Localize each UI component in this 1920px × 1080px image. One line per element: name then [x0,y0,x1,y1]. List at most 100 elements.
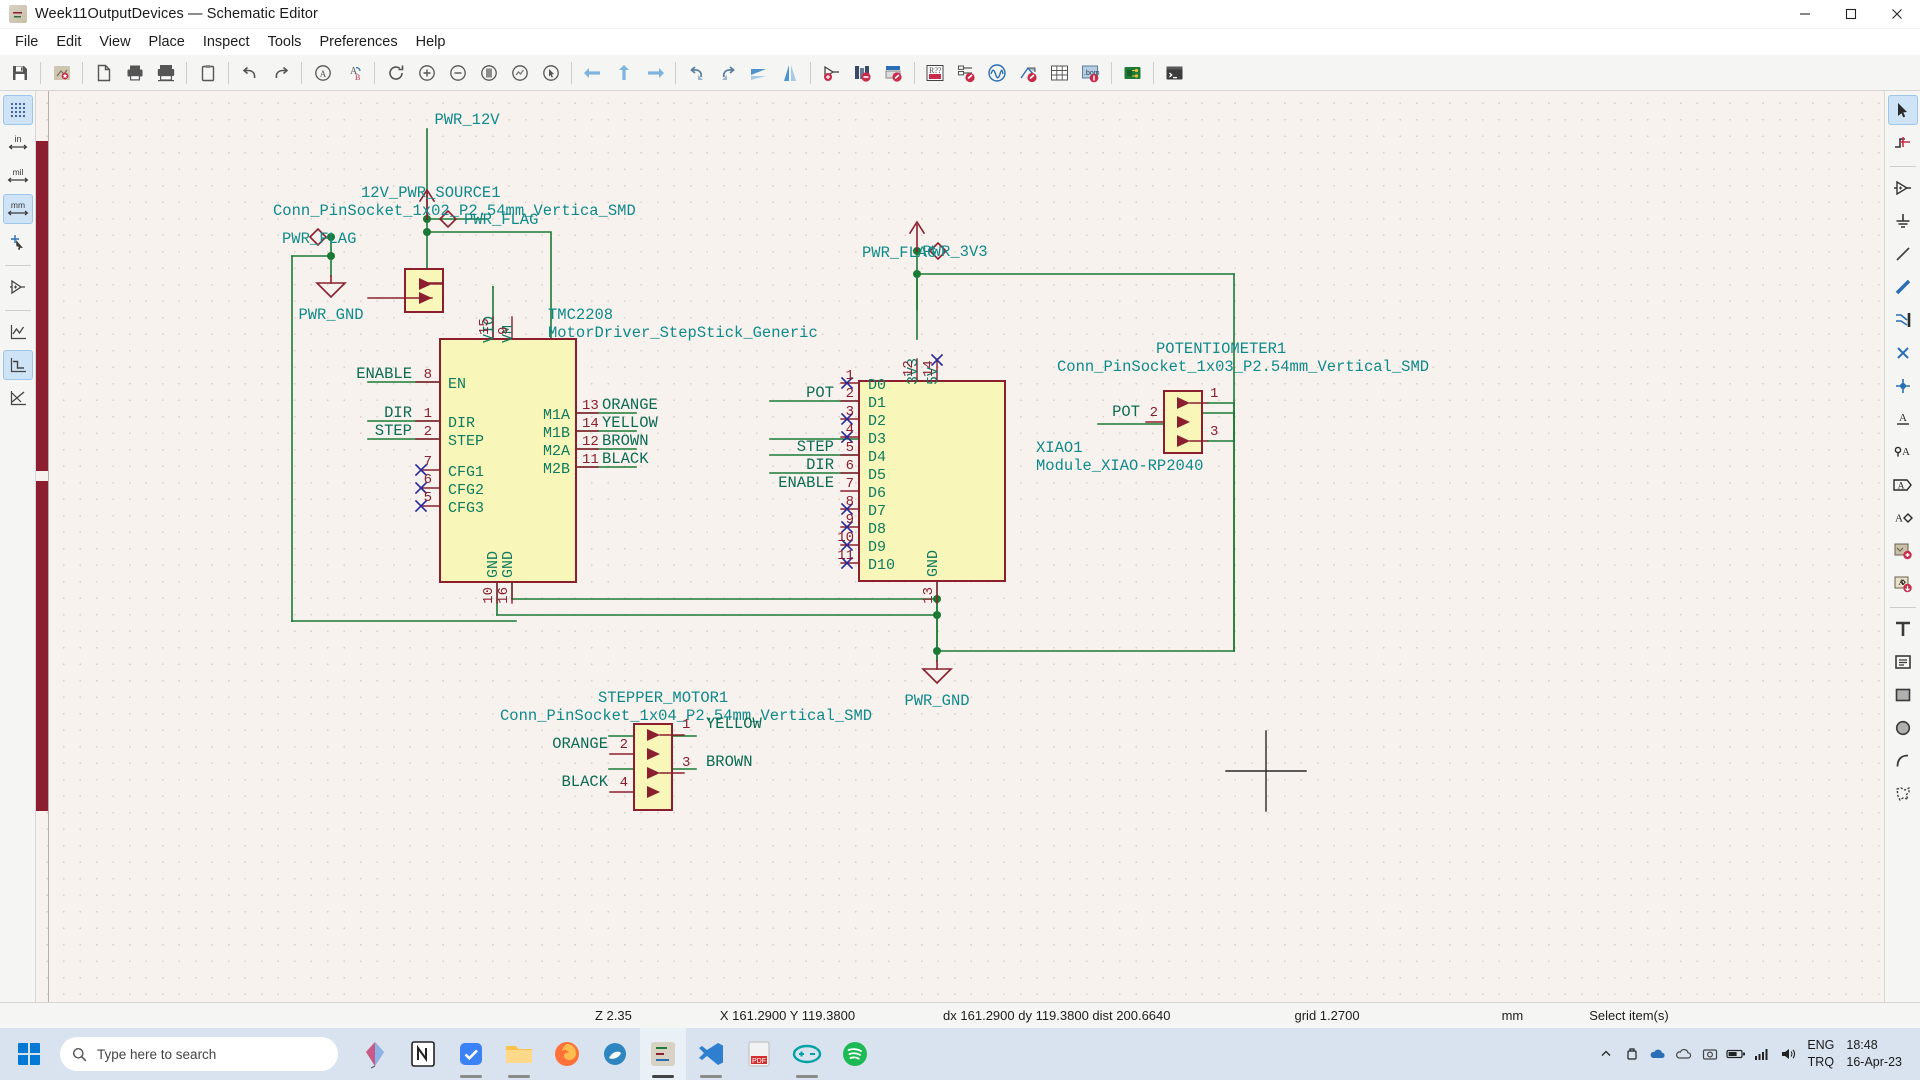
hierarchical-label-icon[interactable]: A [1888,470,1918,500]
leave-sheet-icon[interactable] [577,58,608,88]
hidden-pins-icon[interactable] [3,272,33,302]
network-icon[interactable] [1749,1028,1775,1080]
menu-file[interactable]: File [6,31,47,53]
simulator-icon[interactable] [982,58,1013,88]
taskbar-app-firefox[interactable] [544,1028,590,1080]
taskbar-search[interactable]: Type here to search [60,1037,338,1071]
select-tool-icon[interactable] [1887,95,1918,125]
line-45-icon[interactable] [3,383,33,413]
show-hidden-icons-chevron[interactable] [1593,1028,1619,1080]
menu-view[interactable]: View [90,31,139,53]
annotate-icon[interactable] [816,58,847,88]
net-label-icon[interactable]: A [1888,404,1918,434]
menu-help[interactable]: Help [407,31,455,53]
taskbar-app-arduino[interactable] [784,1028,830,1080]
global-label-icon[interactable]: A [1888,437,1918,467]
arc-icon[interactable] [1888,746,1918,776]
usb-icon[interactable] [1619,1028,1645,1080]
place-power-port-icon[interactable] [1888,206,1918,236]
place-symbol-icon[interactable] [1888,173,1918,203]
scripting-console-icon[interactable] [1159,58,1190,88]
taskbar-app-kicad[interactable] [640,1028,686,1080]
zoom-selection-icon[interactable] [535,58,566,88]
status-grid[interactable]: grid 1.2700 [1285,1008,1370,1023]
redo-icon[interactable] [265,58,296,88]
taskbar-app-file-explorer[interactable] [496,1028,542,1080]
add-sheet-icon[interactable] [1888,536,1918,566]
board-setup-icon[interactable] [46,58,77,88]
taskbar-app-todoist[interactable] [448,1028,494,1080]
menu-place[interactable]: Place [140,31,194,53]
menu-inspect[interactable]: Inspect [194,31,259,53]
taskbar-app-spotify[interactable] [832,1028,878,1080]
delete-tool-icon[interactable] [1888,779,1918,809]
battery-icon[interactable] [1723,1028,1749,1080]
highlight-net-icon[interactable] [1888,128,1918,158]
edit-symbol-fields-icon[interactable]: R?? [920,58,951,88]
menu-tools[interactable]: Tools [259,31,311,53]
circle-icon[interactable] [1888,713,1918,743]
mirror-horizontal-icon[interactable] [743,58,774,88]
symbol-editor-icon[interactable] [951,58,982,88]
junction-icon[interactable] [1888,371,1918,401]
full-crosshair-icon[interactable] [3,227,33,257]
rectangle-icon[interactable] [1888,680,1918,710]
screenshot-icon[interactable] [1697,1028,1723,1080]
zoom-in-icon[interactable] [411,58,442,88]
schematic-canvas[interactable]: A B PWR_12V PWR_FLAG PWR_FLAG PWR_GND PW… [36,91,1884,1002]
maximize-button[interactable] [1828,0,1874,29]
input-language[interactable]: ENG TRQ [1801,1037,1840,1071]
draw-wire-icon[interactable] [1888,239,1918,269]
taskbar-app-acrobat[interactable]: PDF [736,1028,782,1080]
draw-bus-icon[interactable] [1888,272,1918,302]
textbox-icon[interactable] [1888,647,1918,677]
status-units[interactable]: mm [1492,1008,1534,1023]
find-icon[interactable]: A [307,58,338,88]
rotate-ccw-icon[interactable] [681,58,712,88]
hv-lines-icon[interactable] [2,350,33,380]
mirror-vertical-icon[interactable] [774,58,805,88]
rotate-cw-icon[interactable] [712,58,743,88]
units-mils-icon[interactable]: mil [3,161,33,191]
paste-icon[interactable] [192,58,223,88]
text-icon[interactable] [1888,614,1918,644]
print-icon[interactable] [119,58,150,88]
spreadsheet-icon[interactable] [1044,58,1075,88]
find-replace-icon[interactable]: AB [338,58,369,88]
menu-preferences[interactable]: Preferences [310,31,406,53]
units-mm-icon[interactable]: mm [2,194,33,224]
bus-entry-icon[interactable] [1888,305,1918,335]
save-icon[interactable] [4,58,35,88]
plot-icon[interactable] [150,58,181,88]
footprint-assign-icon[interactable] [878,58,909,88]
close-button[interactable] [1874,0,1920,29]
zoom-out-icon[interactable] [442,58,473,88]
cloud-icon[interactable] [1671,1028,1697,1080]
minimize-button[interactable] [1782,0,1828,29]
undo-icon[interactable] [234,58,265,88]
pcb-editor-icon[interactable] [1117,58,1148,88]
menu-edit[interactable]: Edit [47,31,90,53]
volume-icon[interactable] [1775,1028,1801,1080]
free-angle-lines-icon[interactable] [3,317,33,347]
zoom-fit-page-icon[interactable] [473,58,504,88]
taskbar-app-vscode[interactable] [688,1028,734,1080]
onedrive-icon[interactable] [1645,1028,1671,1080]
navigate-forward-icon[interactable] [639,58,670,88]
import-sheet-pin-icon[interactable]: A [1888,569,1918,599]
toggle-grid-icon[interactable] [2,95,33,125]
erc-icon[interactable] [847,58,878,88]
sheet-pin-icon[interactable]: A [1888,503,1918,533]
taskbar-app-freecad[interactable] [592,1028,638,1080]
units-inches-icon[interactable]: in [3,128,33,158]
bom-icon[interactable]: .bom [1075,58,1106,88]
navigate-up-icon[interactable] [608,58,639,88]
taskbar-app-notion[interactable] [400,1028,446,1080]
refresh-icon[interactable] [380,58,411,88]
start-button[interactable] [0,1028,58,1080]
netlist-icon[interactable] [1013,58,1044,88]
zoom-fit-objects-icon[interactable] [504,58,535,88]
page-settings-icon[interactable] [88,58,119,88]
taskbar-clock[interactable]: 18:48 16-Apr-23 [1840,1037,1912,1071]
taskbar-app-kite[interactable] [352,1028,398,1080]
